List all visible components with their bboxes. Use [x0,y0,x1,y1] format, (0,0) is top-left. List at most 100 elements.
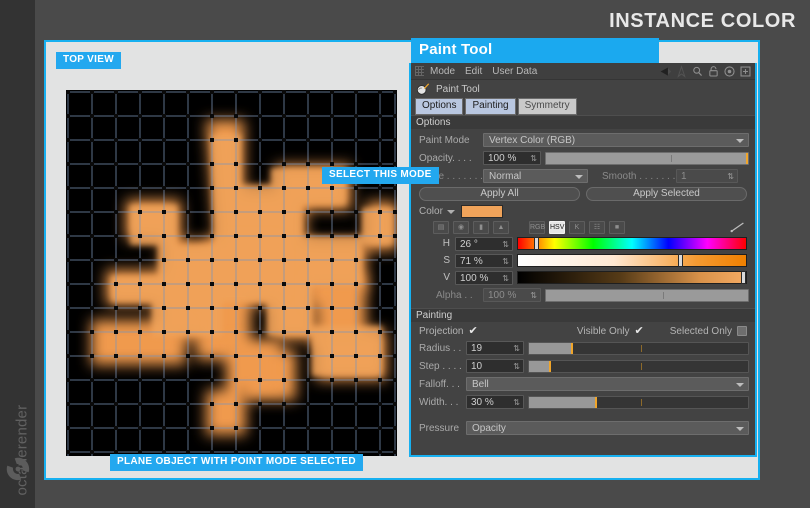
width-spinner-icon[interactable]: ⇅ [513,397,520,408]
section-options: Options [411,115,755,129]
hue-value: 26 ° [460,238,478,250]
row-step: Step . . . . 10 ⇅ [411,358,755,374]
projection-label: Projection [419,325,464,337]
paint-tool-icon [416,83,430,95]
step-slider[interactable] [528,359,749,373]
selected-only-checkbox[interactable] [737,326,747,336]
smooth-spinner-icon[interactable]: ⇅ [727,171,734,182]
saturation-spinner-icon[interactable]: ⇅ [502,256,509,267]
falloff-dropdown[interactable]: Bell [466,377,749,391]
apply-all-button[interactable]: Apply All [419,187,580,201]
menu-item-user-data[interactable]: User Data [492,66,537,77]
mode-dropdown[interactable]: Normal [483,169,588,183]
page-title: INSTANCE COLOR [609,10,796,32]
width-field[interactable]: 30 % ⇅ [466,395,524,409]
radius-field[interactable]: 19 ⇅ [466,341,524,355]
value-value: 100 % [460,272,489,284]
eyedropper-icon[interactable] [729,221,747,234]
opacity-field[interactable]: 100 % ⇅ [483,151,541,165]
color-row: Color [411,201,755,218]
row-mode-smooth: Mode . . . . . . . . . . Normal Smooth .… [411,168,755,184]
color-swatch[interactable] [460,205,503,218]
magnifier-icon[interactable] [691,65,704,78]
lock-icon[interactable] [707,65,720,78]
smooth-field[interactable]: 1 ⇅ [676,169,738,183]
tab-painting[interactable]: Painting [465,98,516,115]
opacity-slider[interactable] [545,151,749,165]
value-spinner-icon[interactable]: ⇅ [502,273,509,284]
rgb-button[interactable]: RGB [529,221,545,234]
tab-symmetry[interactable]: Symmetry [517,98,577,115]
plane-grid-canvas [66,90,397,456]
saturation-field[interactable]: 71 % ⇅ [455,253,513,268]
opacity-value: 100 % [488,153,517,164]
row-checkboxes: Projection ✔ Visible Only ✔ Selected Onl… [411,322,755,338]
value-slider[interactable] [517,271,747,284]
hue-slider[interactable] [517,237,747,250]
opacity-label: Opacity. . . . [419,152,472,164]
tab-options[interactable]: Options [415,98,464,115]
saturation-slider[interactable] [517,254,747,267]
smooth-label: Smooth . . . . . . . . [602,170,681,182]
hsv-button[interactable]: HSV [549,221,565,234]
apply-selected-button[interactable]: Apply Selected [586,187,747,201]
row-saturation: S 71 % ⇅ [411,253,755,268]
alpha-spinner-icon[interactable]: ⇅ [530,290,537,301]
picture-icon[interactable]: ▲ [493,221,509,234]
hue-spinner-icon[interactable]: ⇅ [502,239,509,250]
octane-logo-icon [6,457,30,481]
swatches-icon[interactable]: ■ [609,221,625,234]
hue-field[interactable]: 26 ° ⇅ [455,236,513,251]
octane-watermark: octanerender [0,360,39,505]
width-slider[interactable] [528,395,749,409]
row-alpha: Alpha . . 100 % ⇅ [411,287,755,303]
smooth-value: 1 [681,171,687,182]
falloff-label: Falloff. . . [419,378,460,390]
pressure-dropdown[interactable]: Opacity [466,421,749,435]
radius-slider[interactable] [528,341,749,355]
plane-object[interactable] [66,90,397,456]
mixer-icon[interactable]: ☷ [589,221,605,234]
width-value: 30 % [471,397,494,408]
row-width: Width. . . 30 % ⇅ [411,394,755,410]
row-falloff: Falloff. . . Bell [411,376,755,392]
plus-box-icon[interactable] [739,65,752,78]
cursor-icon[interactable] [675,65,688,78]
row-paint-mode: Paint Mode Vertex Color (RGB) [411,132,755,148]
alpha-slider[interactable] [545,288,749,302]
radius-spinner-icon[interactable]: ⇅ [513,343,520,354]
row-opacity: Opacity. . . . 100 % ⇅ [411,150,755,166]
arrow-left-icon[interactable] [659,65,672,78]
menu-item-edit[interactable]: Edit [465,66,482,77]
pressure-label: Pressure [419,422,460,434]
projection-checkbox[interactable]: ✔ [468,326,477,337]
row-pressure: Pressure Opacity [411,420,755,436]
color-collapse-caret-icon[interactable] [446,209,455,214]
k-button[interactable]: K [569,221,585,234]
paint-mode-dropdown[interactable]: Vertex Color (RGB) [483,133,749,147]
visible-only-label: Visible Only [576,325,630,337]
sliders-icon[interactable]: ▤ [433,221,449,234]
value-field[interactable]: 100 % ⇅ [455,270,513,285]
visible-only-checkbox[interactable]: ✔ [635,326,644,337]
menu-grip-icon[interactable] [415,66,424,76]
opacity-spinner-icon[interactable]: ⇅ [530,153,537,164]
alpha-label: Alpha . . [436,289,473,301]
row-radius: Radius . . 19 ⇅ [411,340,755,356]
wheel-icon[interactable]: ◉ [453,221,469,234]
row-value: V 100 % ⇅ [411,270,755,285]
paint-tool-tabs: Options Painting Symmetry [411,98,755,115]
paint-tool-window: Paint Tool Mode Edit User Data Paint Too… [409,38,757,457]
step-spinner-icon[interactable]: ⇅ [513,361,520,372]
width-label: Width. . . [419,396,459,408]
step-value: 10 [471,361,483,372]
step-label: Step . . . . [419,360,462,372]
paint-tool-header: Paint Tool [411,80,755,98]
apply-buttons-row: Apply All Apply Selected [411,184,755,201]
step-field[interactable]: 10 ⇅ [466,359,524,373]
gradient-icon[interactable]: ▮ [473,221,489,234]
menu-item-mode[interactable]: Mode [430,66,455,77]
paint-tool-titlebar[interactable]: Paint Tool [411,38,659,63]
target-icon[interactable] [723,65,736,78]
alpha-field[interactable]: 100 % ⇅ [483,288,541,302]
